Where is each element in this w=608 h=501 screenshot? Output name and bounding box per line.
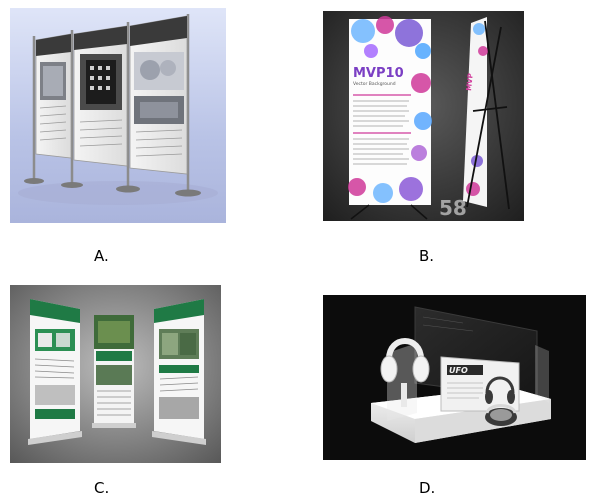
svg-text:UFO: UFO [449,366,468,375]
photo-exhibition-display-stand [10,8,226,223]
svg-text:58: 58 [439,196,467,220]
option-b-label: B. [419,247,435,265]
photo-product-display-stand: UFO [323,295,586,460]
option-d-label: D. [419,479,436,497]
option-c-label: C. [94,479,110,497]
banner-title: MVP10 [353,66,404,81]
option-a-label: A. [94,247,109,265]
banner-subtitle: Vector Background [353,81,396,87]
photo-x-banner-stand: MVP10 Vector Background MVP 58 [323,11,524,221]
photo-roll-up-banners [10,285,221,463]
